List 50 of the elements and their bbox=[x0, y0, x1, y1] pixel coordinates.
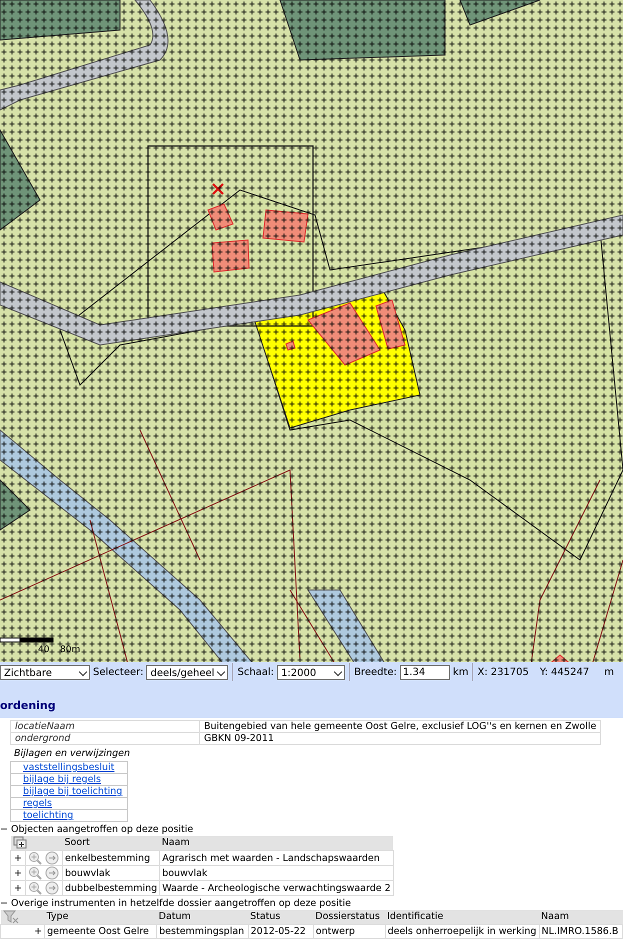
table-cell: bestemmingsplan bbox=[156, 924, 248, 938]
select-label: Selecteer: bbox=[93, 666, 144, 678]
scale-bar bbox=[0, 638, 54, 642]
instruments-heading: Overige instrumenten in hetzelfde dossier aangetroffen op deze positie bbox=[11, 898, 351, 909]
table-cell: ontwerp bbox=[313, 924, 386, 938]
column-header: Naam bbox=[539, 910, 622, 924]
expand-toggle[interactable]: + bbox=[34, 926, 42, 937]
collapse-toggle[interactable]: − bbox=[0, 824, 8, 835]
column-header: Dossierstatus bbox=[313, 910, 386, 924]
table-cell: bouwvlak bbox=[62, 866, 160, 880]
column-header: Datum bbox=[156, 910, 248, 924]
width-unit: km bbox=[452, 666, 468, 678]
column-header: Status bbox=[248, 910, 314, 924]
attachments-heading: Bijlagen en verwijzingen bbox=[14, 748, 132, 759]
zoom-icon[interactable] bbox=[29, 867, 42, 880]
table-cell: 2012-05-22 bbox=[248, 924, 314, 938]
table-cell: Waarde - Archeologische verwachtingswaarde 2 bbox=[160, 880, 394, 896]
column-header: Soort bbox=[62, 836, 160, 850]
property-value: Buitengebied van hele gemeente Oost Gelre, exclusief LOG''s en kernen en Zwolle bbox=[200, 720, 601, 732]
property-name: locatieNaam bbox=[10, 720, 200, 732]
column-header: Naam bbox=[160, 836, 394, 850]
table-cell: NL.IMRO.1586.B bbox=[539, 924, 622, 938]
table-cell: Agrarisch met waarden - Landschapswaarden bbox=[160, 850, 394, 866]
property-value: GBKN 09-2011 bbox=[200, 732, 601, 744]
width-input[interactable]: 1.34 bbox=[400, 664, 450, 680]
scale-select[interactable]: 1:2000 bbox=[277, 664, 346, 680]
table-cell: enkelbestemming bbox=[62, 850, 160, 866]
objects-heading: Objecten aangetroffen op deze positie bbox=[11, 824, 194, 835]
property-name: ondergrond bbox=[10, 732, 200, 744]
table-cell: dubbelbestemming bbox=[62, 880, 160, 896]
filter-clear-icon[interactable] bbox=[2, 910, 18, 924]
table-cell: deels onherroepelijk in werking bbox=[385, 924, 540, 938]
layer-select[interactable]: Zichtbare bbox=[0, 664, 90, 680]
zoom-icon[interactable] bbox=[29, 882, 42, 895]
y-coordinate: 445247 bbox=[551, 666, 590, 678]
layers-icon[interactable] bbox=[12, 836, 28, 850]
x-coordinate: 231705 bbox=[490, 666, 529, 678]
width-label: Breedte: bbox=[354, 666, 397, 678]
table-cell: bouwvlak bbox=[160, 866, 394, 880]
x-coordinate-label: X: bbox=[477, 666, 488, 678]
column-header: Type bbox=[44, 910, 157, 924]
column-header: Identificatie bbox=[385, 910, 540, 924]
scale-label: 40 bbox=[38, 645, 50, 655]
collapse-toggle[interactable]: − bbox=[0, 898, 8, 909]
table-cell: gemeente Oost Gelre bbox=[44, 924, 157, 938]
selection-mode-select[interactable]: deels/geheel bbox=[146, 664, 228, 680]
section-title: ordening bbox=[0, 699, 57, 712]
scale-label: Schaal: bbox=[237, 666, 274, 678]
coordinate-unit: m bbox=[604, 666, 614, 678]
y-coordinate-label: Y: bbox=[540, 666, 548, 678]
